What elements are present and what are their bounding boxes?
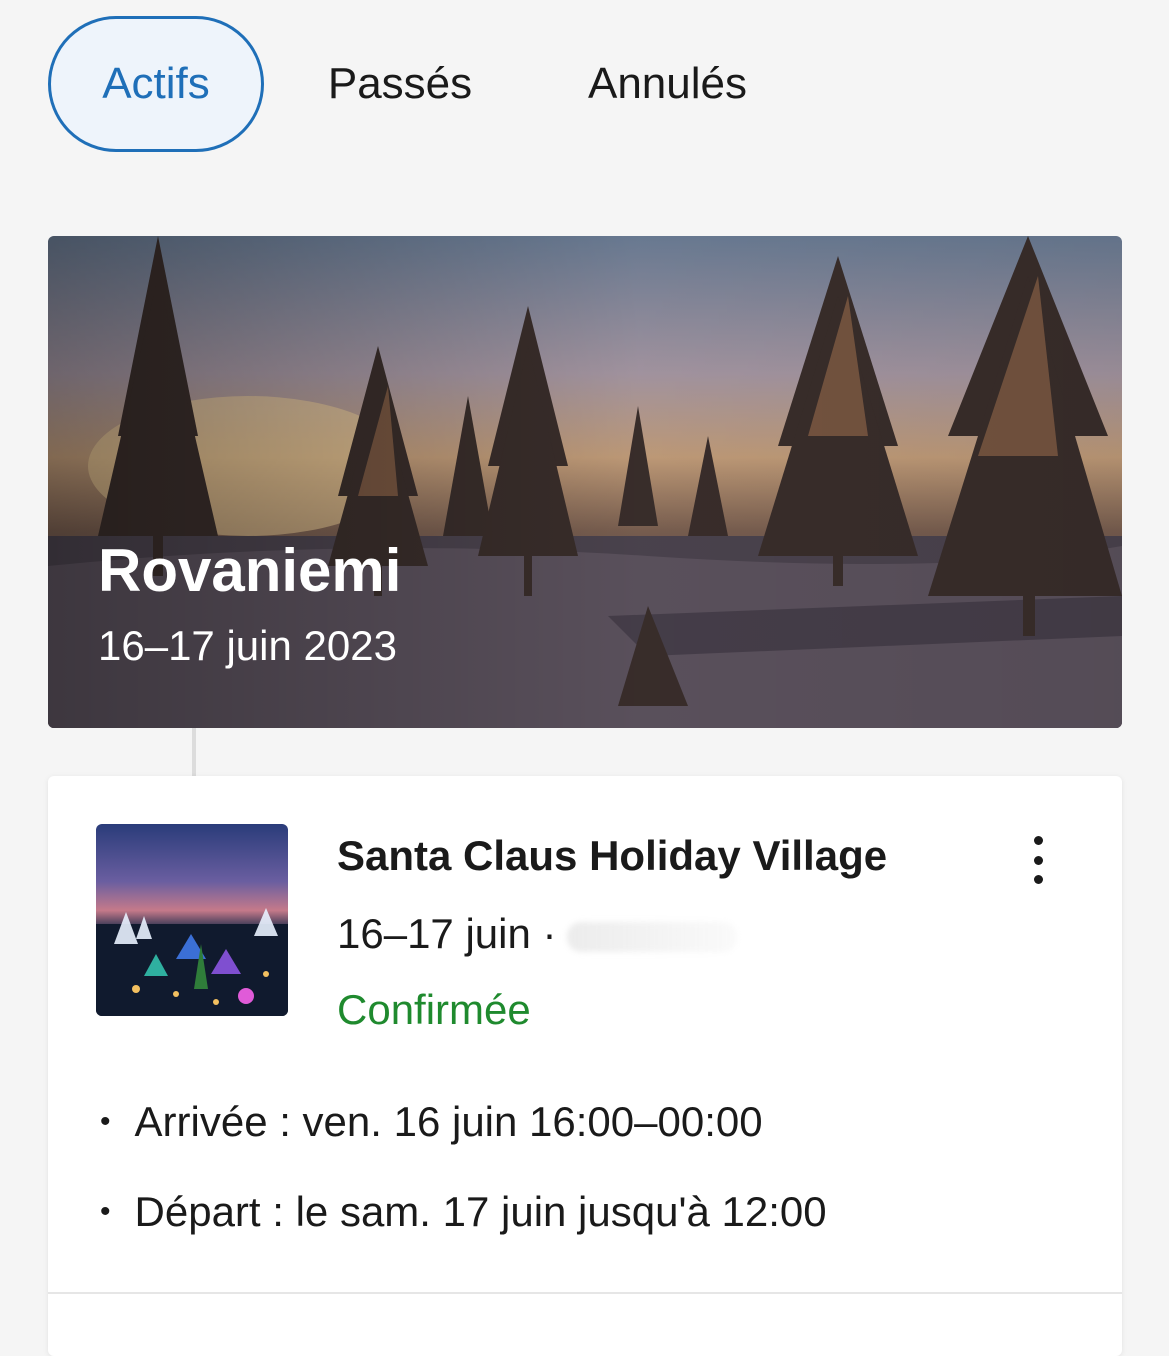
village-night-image [96,908,288,1016]
stay-dates-text: 16–17 juin · [337,910,557,957]
checkout-info: • Départ : le sam. 17 juin jusqu'à 12:00 [100,1188,827,1236]
trip-dates: 16–17 juin 2023 [98,622,397,669]
hotel-name[interactable]: Santa Claus Holiday Village [337,832,887,880]
tab-passes[interactable]: Passés [300,16,500,152]
booking-status: Confirmée [337,986,531,1033]
redacted-text [566,921,737,952]
more-vertical-icon[interactable] [1024,836,1052,884]
trip-status-tabs: Actifs Passés Annulés [0,0,1169,170]
bullet-icon: • [100,1105,111,1138]
card-divider [48,1292,1122,1294]
stay-dates: 16–17 juin · [337,910,737,958]
trip-city: Rovaniemi [98,537,402,604]
bullet-icon: • [100,1195,111,1228]
booking-card[interactable]: Santa Claus Holiday Village 16–17 juin ·… [48,776,1122,1356]
hotel-thumbnail[interactable] [96,824,288,1016]
tab-actifs[interactable]: Actifs [48,16,264,152]
checkin-info: • Arrivée : ven. 16 juin 16:00–00:00 [100,1098,763,1146]
checkin-text: Arrivée : ven. 16 juin 16:00–00:00 [134,1098,763,1145]
checkout-text: Départ : le sam. 17 juin jusqu'à 12:00 [134,1188,827,1235]
trip-hero-card[interactable]: Rovaniemi 16–17 juin 2023 [48,236,1122,728]
timeline-connector [192,728,196,776]
tab-annules[interactable]: Annulés [560,16,775,152]
